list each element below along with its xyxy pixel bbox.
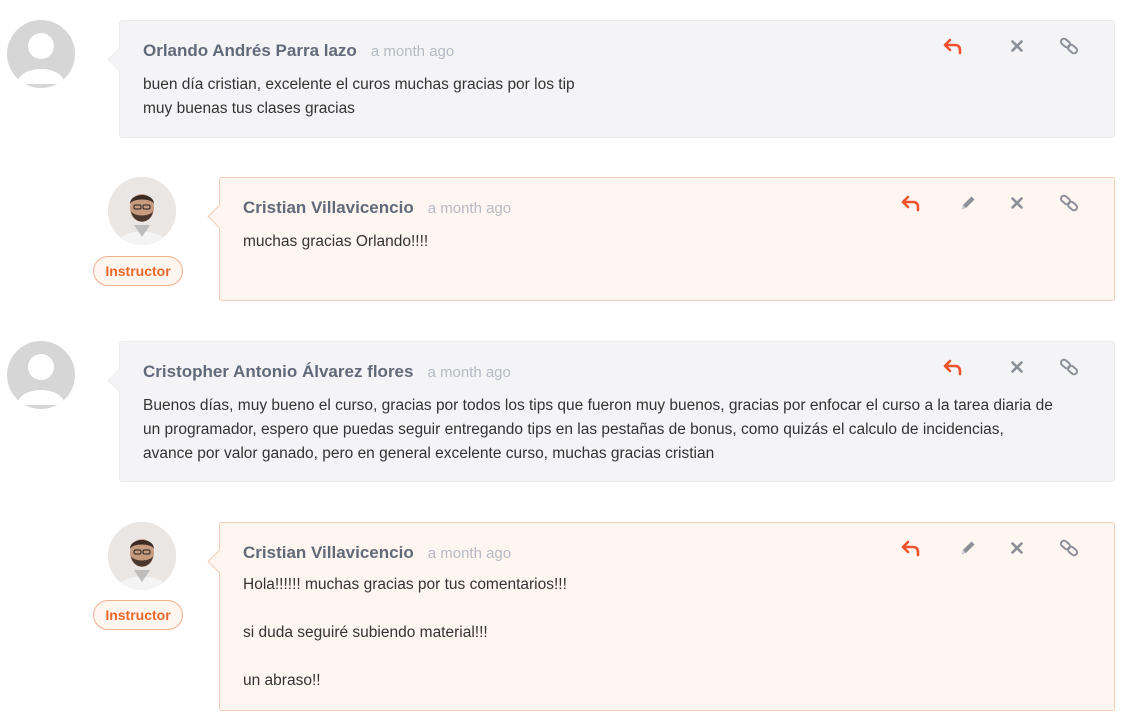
reply-button[interactable] <box>942 35 964 57</box>
edit-button[interactable] <box>957 192 979 214</box>
comment-text: Buenos días, muy bueno el curso, gracias… <box>143 394 1054 466</box>
comment-timestamp[interactable]: a month ago <box>428 200 511 217</box>
comment-line: Hola!!!!!! muchas gracias por tus coment… <box>243 576 567 593</box>
chain-link-icon <box>1059 194 1079 212</box>
reply-arrow-icon <box>901 195 920 212</box>
comment-line: Buenos días, muy bueno el curso, gracias… <box>143 397 1053 462</box>
comment-text: Hola!!!!!! muchas gracias por tus coment… <box>243 573 1064 693</box>
comment-line: un abraso!! <box>243 672 321 689</box>
copy-link-button[interactable] <box>1058 356 1080 378</box>
pencil-icon <box>962 541 975 554</box>
comment-text: buen día cristian, excelente el curos mu… <box>143 73 1064 121</box>
default-avatar <box>7 20 75 88</box>
reply-arrow-icon <box>943 38 962 55</box>
comment-bubble: Cristopher Antonio Álvarez flores a month… <box>119 341 1115 482</box>
reply-button[interactable] <box>900 192 922 214</box>
comment-text: muchas gracias Orlando!!!! <box>243 230 1064 254</box>
reply-button[interactable] <box>900 537 922 559</box>
comment-timestamp[interactable]: a month ago <box>427 364 510 381</box>
comment-line: si duda seguiré subiendo material!!! <box>243 624 488 641</box>
comment-line: muchas gracias Orlando!!!! <box>243 233 429 250</box>
chain-link-icon <box>1059 37 1079 55</box>
edit-button[interactable] <box>957 537 979 559</box>
comment-bubble: Cristian Villavicencio a month ago Hola!!… <box>219 522 1115 711</box>
default-avatar <box>7 341 75 409</box>
comment-line: muy buenas tus clases gracias <box>143 100 355 117</box>
instructor-avatar <box>108 522 176 590</box>
pencil-icon <box>962 196 975 209</box>
instructor-avatar <box>108 177 176 245</box>
chain-link-icon <box>1059 539 1079 557</box>
close-x-icon <box>1011 361 1023 373</box>
close-x-icon <box>1011 542 1023 554</box>
delete-button[interactable] <box>1006 537 1028 559</box>
author-name[interactable]: Cristian Villavicencio <box>243 198 414 217</box>
delete-button[interactable] <box>1006 192 1028 214</box>
copy-link-button[interactable] <box>1058 537 1080 559</box>
comment-bubble: Cristian Villavicencio a month ago muchas… <box>219 177 1115 301</box>
copy-link-button[interactable] <box>1058 192 1080 214</box>
author-name[interactable]: Orlando Andrés Parra lazo <box>143 41 357 60</box>
reply-arrow-icon <box>943 359 962 376</box>
close-x-icon <box>1011 197 1023 209</box>
delete-button[interactable] <box>1006 35 1028 57</box>
comment-timestamp[interactable]: a month ago <box>371 43 454 60</box>
instructor-badge: Instructor <box>93 600 183 630</box>
comment-bubble: Orlando Andrés Parra lazo a month ago bue… <box>119 20 1115 138</box>
chain-link-icon <box>1059 358 1079 376</box>
reply-arrow-icon <box>901 540 920 557</box>
comment-timestamp[interactable]: a month ago <box>428 545 511 562</box>
comment-line: buen día cristian, excelente el curos mu… <box>143 76 575 93</box>
copy-link-button[interactable] <box>1058 35 1080 57</box>
instructor-badge: Instructor <box>93 256 183 286</box>
reply-button[interactable] <box>942 356 964 378</box>
author-name[interactable]: Cristian Villavicencio <box>243 543 414 562</box>
delete-button[interactable] <box>1006 356 1028 378</box>
author-name[interactable]: Cristopher Antonio Álvarez flores <box>143 362 413 381</box>
close-x-icon <box>1011 40 1023 52</box>
